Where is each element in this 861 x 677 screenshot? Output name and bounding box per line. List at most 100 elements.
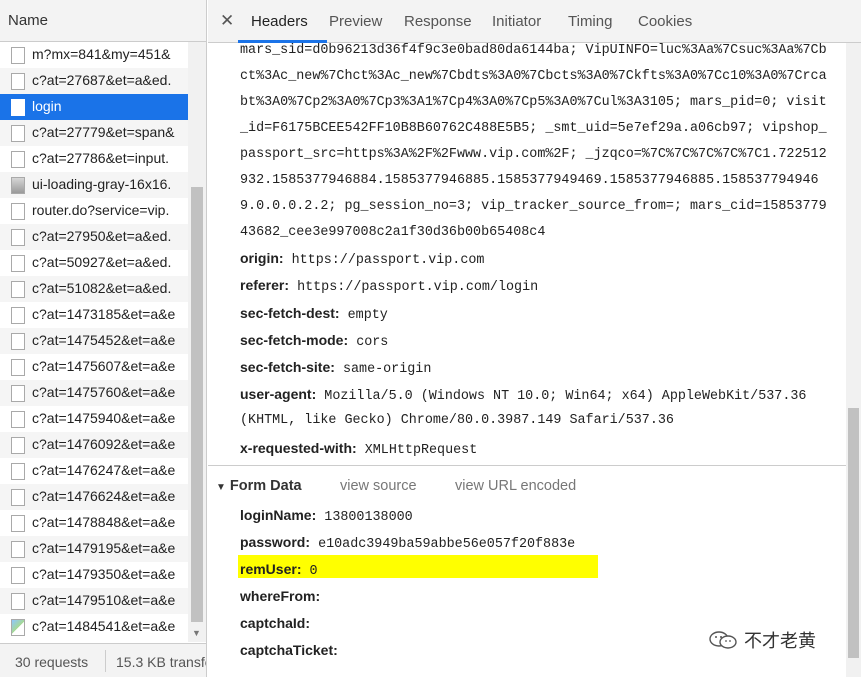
header-value: empty [347, 308, 388, 323]
header-value: XMLHttpRequest [364, 443, 478, 458]
form-field-key: captchaTicket: [240, 642, 338, 658]
request-name: c?at=1475452&et=a&e [32, 332, 176, 348]
document-icon [11, 567, 25, 584]
request-name: c?at=27779&et=span& [32, 124, 175, 140]
request-name: c?at=1479510&et=a&e [32, 592, 176, 608]
form-data-toggle[interactable]: ▼ Form Data [216, 478, 302, 494]
form-field-key: loginName: [240, 507, 317, 523]
header-key: sec-fetch-site: [240, 359, 335, 375]
name-column-header[interactable]: Name [0, 0, 206, 42]
document-icon [11, 203, 25, 220]
request-row[interactable]: c?at=50927&et=a&ed. [0, 250, 188, 276]
request-name: c?at=1476624&et=a&e [32, 488, 176, 504]
request-row[interactable]: c?at=1476092&et=a&e [0, 432, 188, 458]
tab-response[interactable]: Response [404, 13, 472, 30]
cookie-line: 43682_cee3e997008c2a1f30d36b00b65408c4 [240, 225, 546, 240]
tab-initiator[interactable]: Initiator [492, 13, 541, 30]
status-bar: 30 requests 15.3 KB transferred [0, 643, 206, 677]
document-icon [11, 541, 25, 558]
tab-timing[interactable]: Timing [568, 13, 612, 30]
tab-cookies[interactable]: Cookies [638, 13, 692, 30]
close-icon[interactable]: ✕ [220, 11, 234, 31]
header-value: https://passport.vip.com/login [297, 280, 539, 295]
request-row[interactable]: m?mx=841&my=451& [0, 42, 188, 68]
request-list-scrollbar[interactable]: ▼ [188, 42, 206, 642]
form-field-key: whereFrom: [240, 588, 321, 604]
form-field-key: password: [240, 534, 311, 550]
request-row[interactable]: c?at=1476247&et=a&e [0, 458, 188, 484]
request-name: c?at=1476247&et=a&e [32, 462, 176, 478]
request-name: c?at=1484541&et=a&e [32, 618, 176, 634]
request-name: ui-loading-gray-16x16. [32, 176, 172, 192]
document-icon [11, 125, 25, 142]
request-row[interactable]: c?at=1475760&et=a&e [0, 380, 188, 406]
request-row[interactable]: c?at=27786&et=input. [0, 146, 188, 172]
document-icon [11, 385, 25, 402]
form-field-value: 0 [309, 564, 318, 579]
form-field-key: remUser: [240, 561, 302, 577]
scroll-down-arrow-icon[interactable]: ▼ [192, 628, 201, 638]
request-row[interactable]: c?at=1479195&et=a&e [0, 536, 188, 562]
request-name: c?at=50927&et=a&ed. [32, 254, 172, 270]
request-row[interactable]: c?at=1475607&et=a&e [0, 354, 188, 380]
header-field: sec-fetch-site: same-origin [240, 359, 431, 377]
cookie-line: bt%3A0%7Cp2%3A0%7Cp3%3A1%7Cp4%3A0%7Cp5%3… [240, 95, 827, 110]
document-icon [11, 255, 25, 272]
request-name: router.do?service=vip. [32, 202, 170, 218]
request-list-panel: Name m?mx=841&my=451& c?at=27687&et=a&ed.… [0, 0, 207, 677]
form-field: remUser: 0 [240, 561, 318, 579]
header-value: Mozilla/5.0 (Windows NT 10.0; Win64; x64… [324, 389, 807, 404]
document-icon [11, 99, 25, 116]
transferred-size: 15.3 KB transferred [116, 654, 206, 670]
request-name: c?at=27687&et=a&ed. [32, 72, 172, 88]
header-field: referer: https://passport.vip.com/login [240, 277, 538, 295]
detail-scrollbar-thumb[interactable] [848, 408, 859, 658]
scrollbar-thumb[interactable] [191, 187, 203, 622]
request-row-selected[interactable]: login [0, 94, 188, 120]
view-source-link[interactable]: view source [340, 478, 417, 494]
form-data-title: Form Data [229, 478, 302, 494]
cookie-line: ct%3Ac_new%7Chct%3Ac_new%7Cbdts%3A0%7Cbc… [240, 69, 827, 84]
form-field: loginName: 13800138000 [240, 507, 413, 525]
tab-headers[interactable]: Headers [251, 13, 308, 30]
request-row[interactable]: c?at=27950&et=a&ed. [0, 224, 188, 250]
header-value: cors [356, 335, 389, 350]
cookie-line: _id=F6175BCEE542FF10B8B60762C488E5B5; _s… [240, 121, 827, 136]
request-row[interactable]: ui-loading-gray-16x16. [0, 172, 188, 198]
request-row[interactable]: c?at=1475452&et=a&e [0, 328, 188, 354]
cookie-line: passport_src=https%3A%2F%2Fwww.vip.com%2… [240, 147, 827, 162]
request-name: m?mx=841&my=451& [32, 46, 171, 62]
request-row[interactable]: c?at=1478848&et=a&e [0, 510, 188, 536]
tab-preview[interactable]: Preview [329, 13, 382, 30]
document-icon [11, 515, 25, 532]
document-icon [11, 47, 25, 64]
wechat-icon [709, 631, 737, 649]
document-icon [11, 359, 25, 376]
document-icon [11, 229, 25, 246]
watermark-text: 不才老黄 [744, 631, 816, 651]
request-row[interactable]: c?at=1479510&et=a&e [0, 588, 188, 614]
request-name: login [32, 98, 62, 114]
request-row[interactable]: c?at=1473185&et=a&e [0, 302, 188, 328]
request-row[interactable]: c?at=51082&et=a&ed. [0, 276, 188, 302]
request-name: c?at=1476092&et=a&e [32, 436, 176, 452]
detail-scrollbar[interactable] [846, 43, 861, 677]
request-row[interactable]: c?at=1479350&et=a&e [0, 562, 188, 588]
request-row[interactable]: c?at=27779&et=span& [0, 120, 188, 146]
document-icon [11, 151, 25, 168]
document-icon [11, 411, 25, 428]
view-url-encoded-link[interactable]: view URL encoded [455, 478, 576, 494]
request-row[interactable]: router.do?service=vip. [0, 198, 188, 224]
form-field: password: e10adc3949ba59abbe56e057f20f88… [240, 534, 575, 552]
request-row[interactable]: c?at=1476624&et=a&e [0, 484, 188, 510]
form-field-value: e10adc3949ba59abbe56e057f20f883e [318, 537, 576, 552]
request-name: c?at=1475760&et=a&e [32, 384, 176, 400]
request-row[interactable]: c?at=1484541&et=a&e [0, 614, 188, 640]
header-field: sec-fetch-mode: cors [240, 332, 388, 350]
request-row[interactable]: c?at=27687&et=a&ed. [0, 68, 188, 94]
request-row[interactable]: c?at=1475940&et=a&e [0, 406, 188, 432]
document-icon [11, 593, 25, 610]
request-name: c?at=27950&et=a&ed. [32, 228, 172, 244]
document-icon [11, 489, 25, 506]
status-divider [105, 650, 106, 672]
